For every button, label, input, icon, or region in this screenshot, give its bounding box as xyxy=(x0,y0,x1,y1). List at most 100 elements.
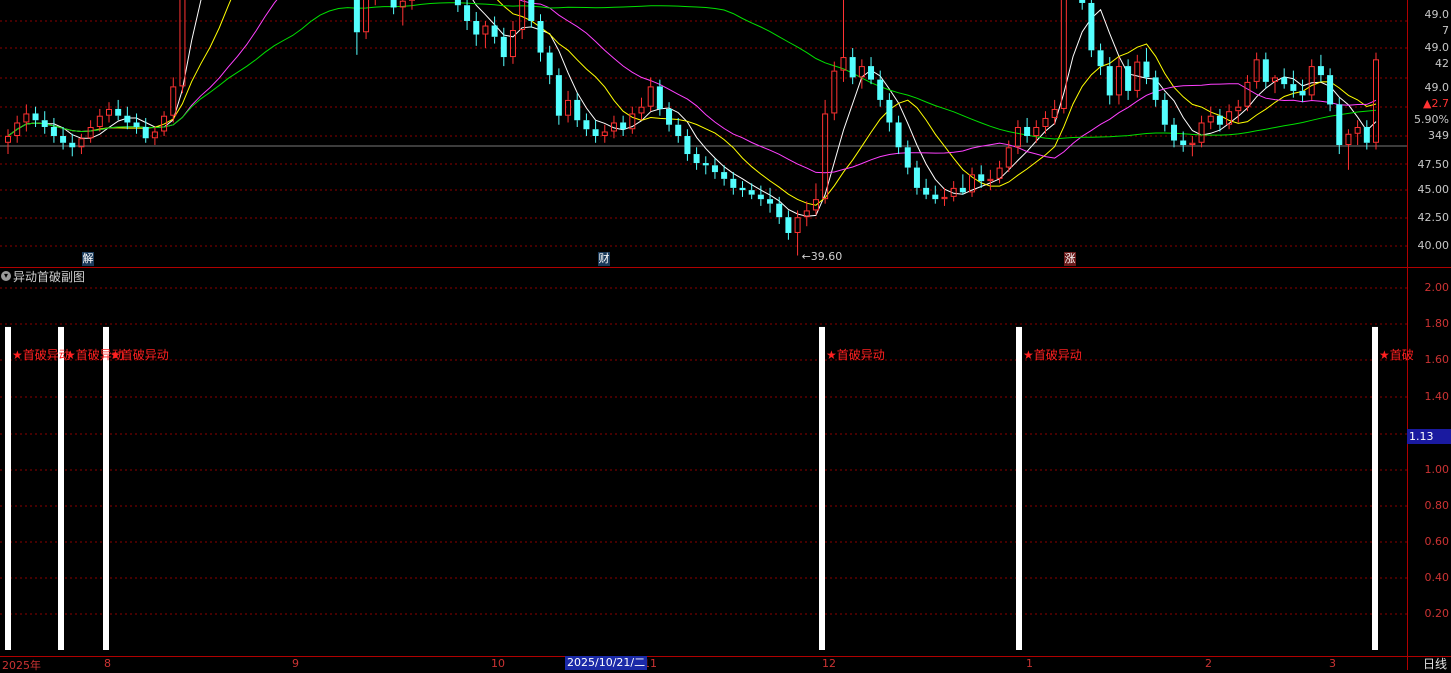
candle xyxy=(914,161,920,195)
chart-canvas xyxy=(0,0,1451,670)
candle-body xyxy=(134,122,140,127)
candle xyxy=(556,68,562,124)
subchart-title[interactable]: ▾ 异动首破副图 xyxy=(0,268,85,284)
candle xyxy=(1227,104,1232,129)
candle xyxy=(364,0,369,39)
signal-bar xyxy=(1372,327,1378,650)
indicator-axis-label: 0.60 xyxy=(1425,535,1450,548)
candle-body xyxy=(932,195,938,200)
candle-body xyxy=(583,120,589,129)
cursor-date: 2025/10/21/二 xyxy=(565,656,647,670)
candle-body xyxy=(492,26,498,37)
candle xyxy=(1180,131,1186,151)
candle-body xyxy=(97,116,102,126)
candle-body xyxy=(42,120,48,127)
ma60-line xyxy=(8,3,1376,139)
candle-body xyxy=(483,26,488,34)
candle xyxy=(455,0,461,12)
candle xyxy=(1125,59,1131,100)
candle-body xyxy=(115,109,121,116)
candle-body xyxy=(124,116,130,123)
candle xyxy=(1236,100,1241,123)
candle-body xyxy=(364,0,369,32)
indicator-axis-label: 1.60 xyxy=(1425,353,1450,366)
candle-body xyxy=(566,100,571,115)
candle xyxy=(464,0,470,30)
candle xyxy=(1245,75,1250,111)
candle xyxy=(813,183,818,215)
moving-averages xyxy=(8,0,1376,216)
indicator-axis-label: 0.20 xyxy=(1425,607,1450,620)
candle-body xyxy=(684,136,690,154)
candle-body xyxy=(749,190,755,195)
candle xyxy=(1300,80,1306,103)
candle-body xyxy=(942,197,947,198)
candle xyxy=(391,0,397,14)
candle-body xyxy=(1107,66,1113,95)
candle xyxy=(354,0,360,55)
info-value: ▲2.7 xyxy=(1423,97,1449,110)
candle xyxy=(684,129,690,161)
chart-frame xyxy=(0,0,1451,670)
signal-label: ★首破异动 xyxy=(1023,346,1082,363)
candle xyxy=(1263,53,1269,89)
candle-body xyxy=(1364,127,1370,143)
candle xyxy=(960,174,966,194)
indicator-axis-label: 0.40 xyxy=(1425,571,1450,584)
candle-body xyxy=(1309,67,1314,95)
candle xyxy=(79,134,84,154)
candle xyxy=(1318,55,1324,82)
candle xyxy=(6,129,11,154)
candle-body xyxy=(520,0,525,30)
candle-body xyxy=(914,168,920,188)
candle xyxy=(593,120,599,143)
candle xyxy=(528,0,534,28)
candle-body xyxy=(657,86,663,109)
candle xyxy=(1079,0,1085,10)
candle xyxy=(942,188,947,206)
candle-body xyxy=(739,188,745,190)
candle xyxy=(1043,111,1048,134)
candle xyxy=(1162,93,1168,131)
candle xyxy=(694,147,700,170)
signal-bar xyxy=(5,327,11,650)
candle-body xyxy=(33,113,39,120)
candle xyxy=(767,188,773,213)
candle-body xyxy=(905,147,911,167)
candle-body xyxy=(106,109,111,115)
current-indicator-value: 1.13 xyxy=(1407,429,1451,444)
candle xyxy=(1254,53,1259,89)
candle xyxy=(675,118,681,143)
date-axis-label: 1 xyxy=(1026,657,1033,670)
candle-body xyxy=(1336,104,1342,145)
candle-body xyxy=(1098,50,1104,66)
candle xyxy=(868,57,874,84)
candle xyxy=(538,14,544,61)
candlesticks xyxy=(6,0,1379,256)
low-price-annotation: ←39.60 xyxy=(802,250,843,263)
price-axis-label: 47.50 xyxy=(1418,158,1450,171)
ma5-line xyxy=(8,0,1376,216)
candle-body xyxy=(69,143,75,148)
candle-body xyxy=(767,199,773,204)
period-label[interactable]: 日线 xyxy=(1423,655,1447,672)
candle-body xyxy=(1208,116,1213,122)
candle xyxy=(69,134,75,157)
indicator-axis-label: 1.80 xyxy=(1425,317,1450,330)
candle xyxy=(602,125,607,143)
candle xyxy=(134,113,140,133)
candle-body xyxy=(923,188,929,195)
candle-body xyxy=(988,179,993,180)
candle xyxy=(639,98,644,121)
candle xyxy=(501,28,507,66)
candle-body xyxy=(473,21,479,35)
info-value: 349 xyxy=(1428,129,1449,142)
chevron-down-icon[interactable]: ▾ xyxy=(1,271,11,281)
candle-body xyxy=(877,80,883,100)
candle-body xyxy=(712,165,718,172)
signal-bar xyxy=(1016,327,1022,650)
candle-body xyxy=(1162,100,1168,125)
info-value: 49.0 xyxy=(1425,8,1450,21)
candle-body xyxy=(143,127,149,138)
candle-body xyxy=(152,132,157,138)
